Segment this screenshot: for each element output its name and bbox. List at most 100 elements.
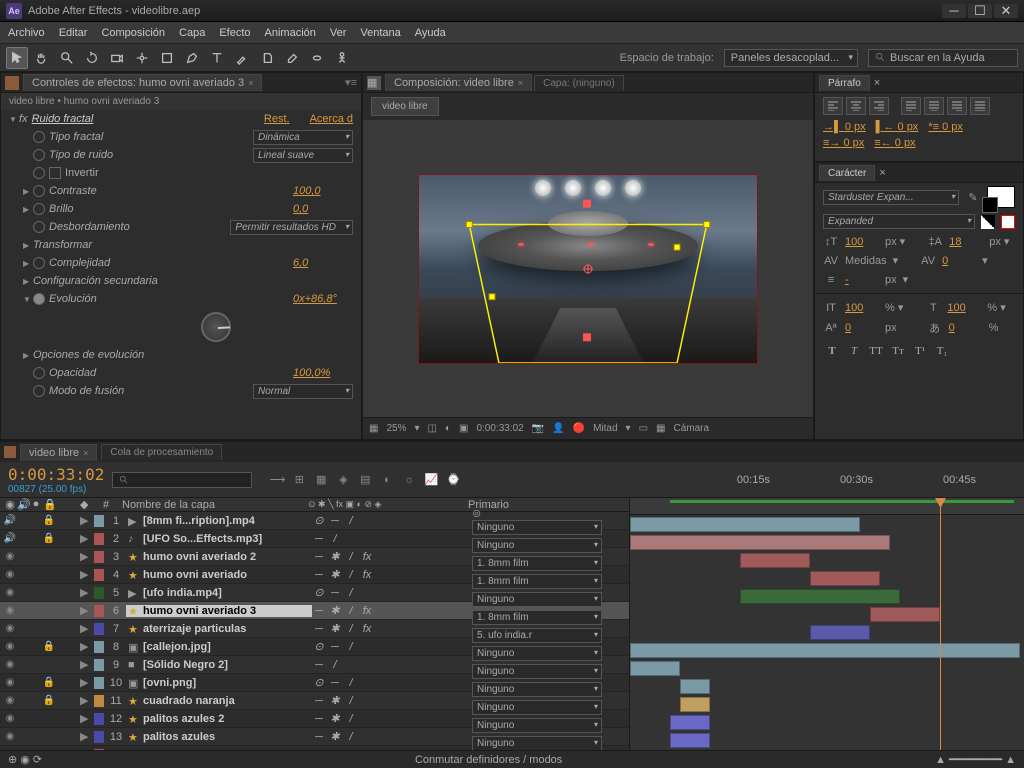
stopwatch-icon[interactable]: [33, 203, 45, 215]
composition-viewer[interactable]: [363, 120, 813, 417]
layer-bar[interactable]: [740, 553, 810, 568]
render-queue-tab[interactable]: Cola de procesamiento: [101, 444, 222, 460]
parent-dropdown[interactable]: Ninguno: [472, 520, 602, 535]
justify-right-icon[interactable]: [947, 97, 967, 115]
italic-button[interactable]: T: [845, 343, 863, 359]
menu-ayuda[interactable]: Ayuda: [415, 27, 446, 39]
shape-tool[interactable]: [156, 47, 178, 69]
panel-menu-icon[interactable]: ▾≡: [345, 76, 357, 89]
tsume[interactable]: 0: [949, 322, 983, 334]
property-value[interactable]: 6,0: [293, 257, 353, 269]
menu-editar[interactable]: Editar: [59, 27, 88, 39]
help-search[interactable]: Buscar en la Ayuda: [868, 49, 1018, 67]
justify-left-icon[interactable]: [901, 97, 921, 115]
comp-flowchart-icon[interactable]: ⊞: [290, 471, 308, 489]
swap-colors-icon[interactable]: [981, 215, 995, 229]
baseline[interactable]: 0: [845, 322, 879, 334]
space-before[interactable]: ≡→ 0 px: [823, 137, 864, 149]
stopwatch-icon[interactable]: [33, 149, 45, 161]
vscale[interactable]: 100: [845, 302, 879, 314]
stroke-width[interactable]: -: [845, 274, 879, 286]
parent-dropdown[interactable]: Ninguno: [472, 700, 602, 715]
checkbox[interactable]: [49, 167, 61, 179]
channel-icon[interactable]: ◫: [428, 423, 437, 434]
color-icon[interactable]: 🔴: [573, 423, 585, 434]
stopwatch-icon[interactable]: [33, 367, 45, 379]
snapshot-icon[interactable]: 📷: [532, 423, 544, 434]
layer-tab[interactable]: Capa: (ninguno): [534, 75, 624, 91]
align-left-icon[interactable]: [823, 97, 843, 115]
property-value[interactable]: 0,0: [293, 203, 353, 215]
align-right-icon[interactable]: [869, 97, 889, 115]
menu-archivo[interactable]: Archivo: [8, 27, 45, 39]
parent-dropdown[interactable]: Ninguno: [472, 664, 602, 679]
layer-bar[interactable]: [680, 697, 710, 712]
layer-bar[interactable]: [630, 517, 860, 532]
transparency-icon[interactable]: ▦: [656, 423, 665, 434]
stopwatch-icon[interactable]: [33, 221, 45, 233]
allcaps-button[interactable]: TT: [867, 343, 885, 359]
hscale[interactable]: 100: [947, 302, 981, 314]
layer-bar[interactable]: [810, 571, 880, 586]
indent-right[interactable]: *≡ 0 px: [928, 121, 963, 133]
layer-bar[interactable]: [670, 733, 710, 748]
workspace-dropdown[interactable]: Paneles desacoplad...: [724, 49, 858, 67]
camera-tool[interactable]: [106, 47, 128, 69]
parent-dropdown[interactable]: 1. 8mm film: [472, 556, 602, 571]
character-tab[interactable]: Carácter: [819, 165, 875, 181]
hand-tool[interactable]: [31, 47, 53, 69]
puppet-tool[interactable]: [331, 47, 353, 69]
stopwatch-icon[interactable]: [33, 131, 45, 143]
justify-center-icon[interactable]: [924, 97, 944, 115]
evolution-dial[interactable]: [201, 312, 231, 342]
mask-icon[interactable]: ▣: [459, 423, 468, 434]
tracking-value[interactable]: 0: [942, 255, 976, 267]
about-link[interactable]: Acerca d: [310, 113, 353, 125]
timeline-comp-tab[interactable]: video libre×: [20, 444, 97, 461]
frameblend-icon[interactable]: ▤: [356, 471, 374, 489]
viewer-time[interactable]: 0:00:33:02: [476, 423, 523, 434]
property-dropdown[interactable]: Dinámica: [253, 130, 353, 145]
font-family-dropdown[interactable]: Starduster Expan...: [823, 190, 959, 205]
resolution-dropdown[interactable]: Mitad: [593, 423, 617, 434]
menu-animación[interactable]: Animación: [265, 27, 316, 39]
stopwatch-icon[interactable]: [33, 167, 45, 179]
camera-dropdown[interactable]: Cámara: [673, 423, 709, 434]
region-icon[interactable]: ▭: [639, 423, 648, 434]
clone-tool[interactable]: [256, 47, 278, 69]
shy-icon[interactable]: ⟶: [268, 471, 286, 489]
property-value[interactable]: 100,0: [293, 185, 353, 197]
menu-ventana[interactable]: Ventana: [360, 27, 400, 39]
property-dropdown[interactable]: Permitir resultados HD: [230, 220, 353, 235]
reset-link[interactable]: Rest.: [264, 113, 290, 125]
roto-tool[interactable]: [306, 47, 328, 69]
zoom-tool[interactable]: [56, 47, 78, 69]
property-dropdown[interactable]: Normal: [253, 384, 353, 399]
stopwatch-icon[interactable]: [33, 385, 45, 397]
composition-tab[interactable]: Composición: video libre×: [385, 74, 532, 91]
eyedropper-icon[interactable]: ✎: [965, 191, 981, 204]
text-tool[interactable]: [206, 47, 228, 69]
timeline-search[interactable]: [112, 472, 252, 488]
parent-dropdown[interactable]: Ninguno: [472, 538, 602, 553]
font-size[interactable]: 100: [845, 236, 879, 248]
parent-dropdown[interactable]: Ninguno: [472, 592, 602, 607]
parent-dropdown[interactable]: Ninguno: [472, 646, 602, 661]
graph-icon[interactable]: 📈: [422, 471, 440, 489]
paragraph-tab[interactable]: Párrafo: [819, 75, 870, 91]
pen-tool[interactable]: [181, 47, 203, 69]
menu-capa[interactable]: Capa: [179, 27, 205, 39]
no-stroke-icon[interactable]: [1001, 215, 1015, 229]
stopwatch-icon[interactable]: [33, 293, 45, 305]
exposure-icon[interactable]: ◐: [445, 423, 451, 434]
bold-button[interactable]: T: [823, 343, 841, 359]
layer-row[interactable]: 🔊🔒▶1▶[8mm fi...ription].mp4⊙─/⊚Ninguno: [0, 512, 629, 530]
draft3d-icon[interactable]: ▦: [312, 471, 330, 489]
property-value[interactable]: 0x+86,8°: [293, 293, 353, 305]
layer-bar[interactable]: [680, 679, 710, 694]
leading-value[interactable]: 18: [949, 236, 983, 248]
grid-icon[interactable]: ▦: [369, 423, 378, 434]
effect-name[interactable]: Ruido fractal: [32, 113, 264, 125]
person-icon[interactable]: 👤: [552, 423, 564, 434]
layer-bar[interactable]: [630, 661, 680, 676]
